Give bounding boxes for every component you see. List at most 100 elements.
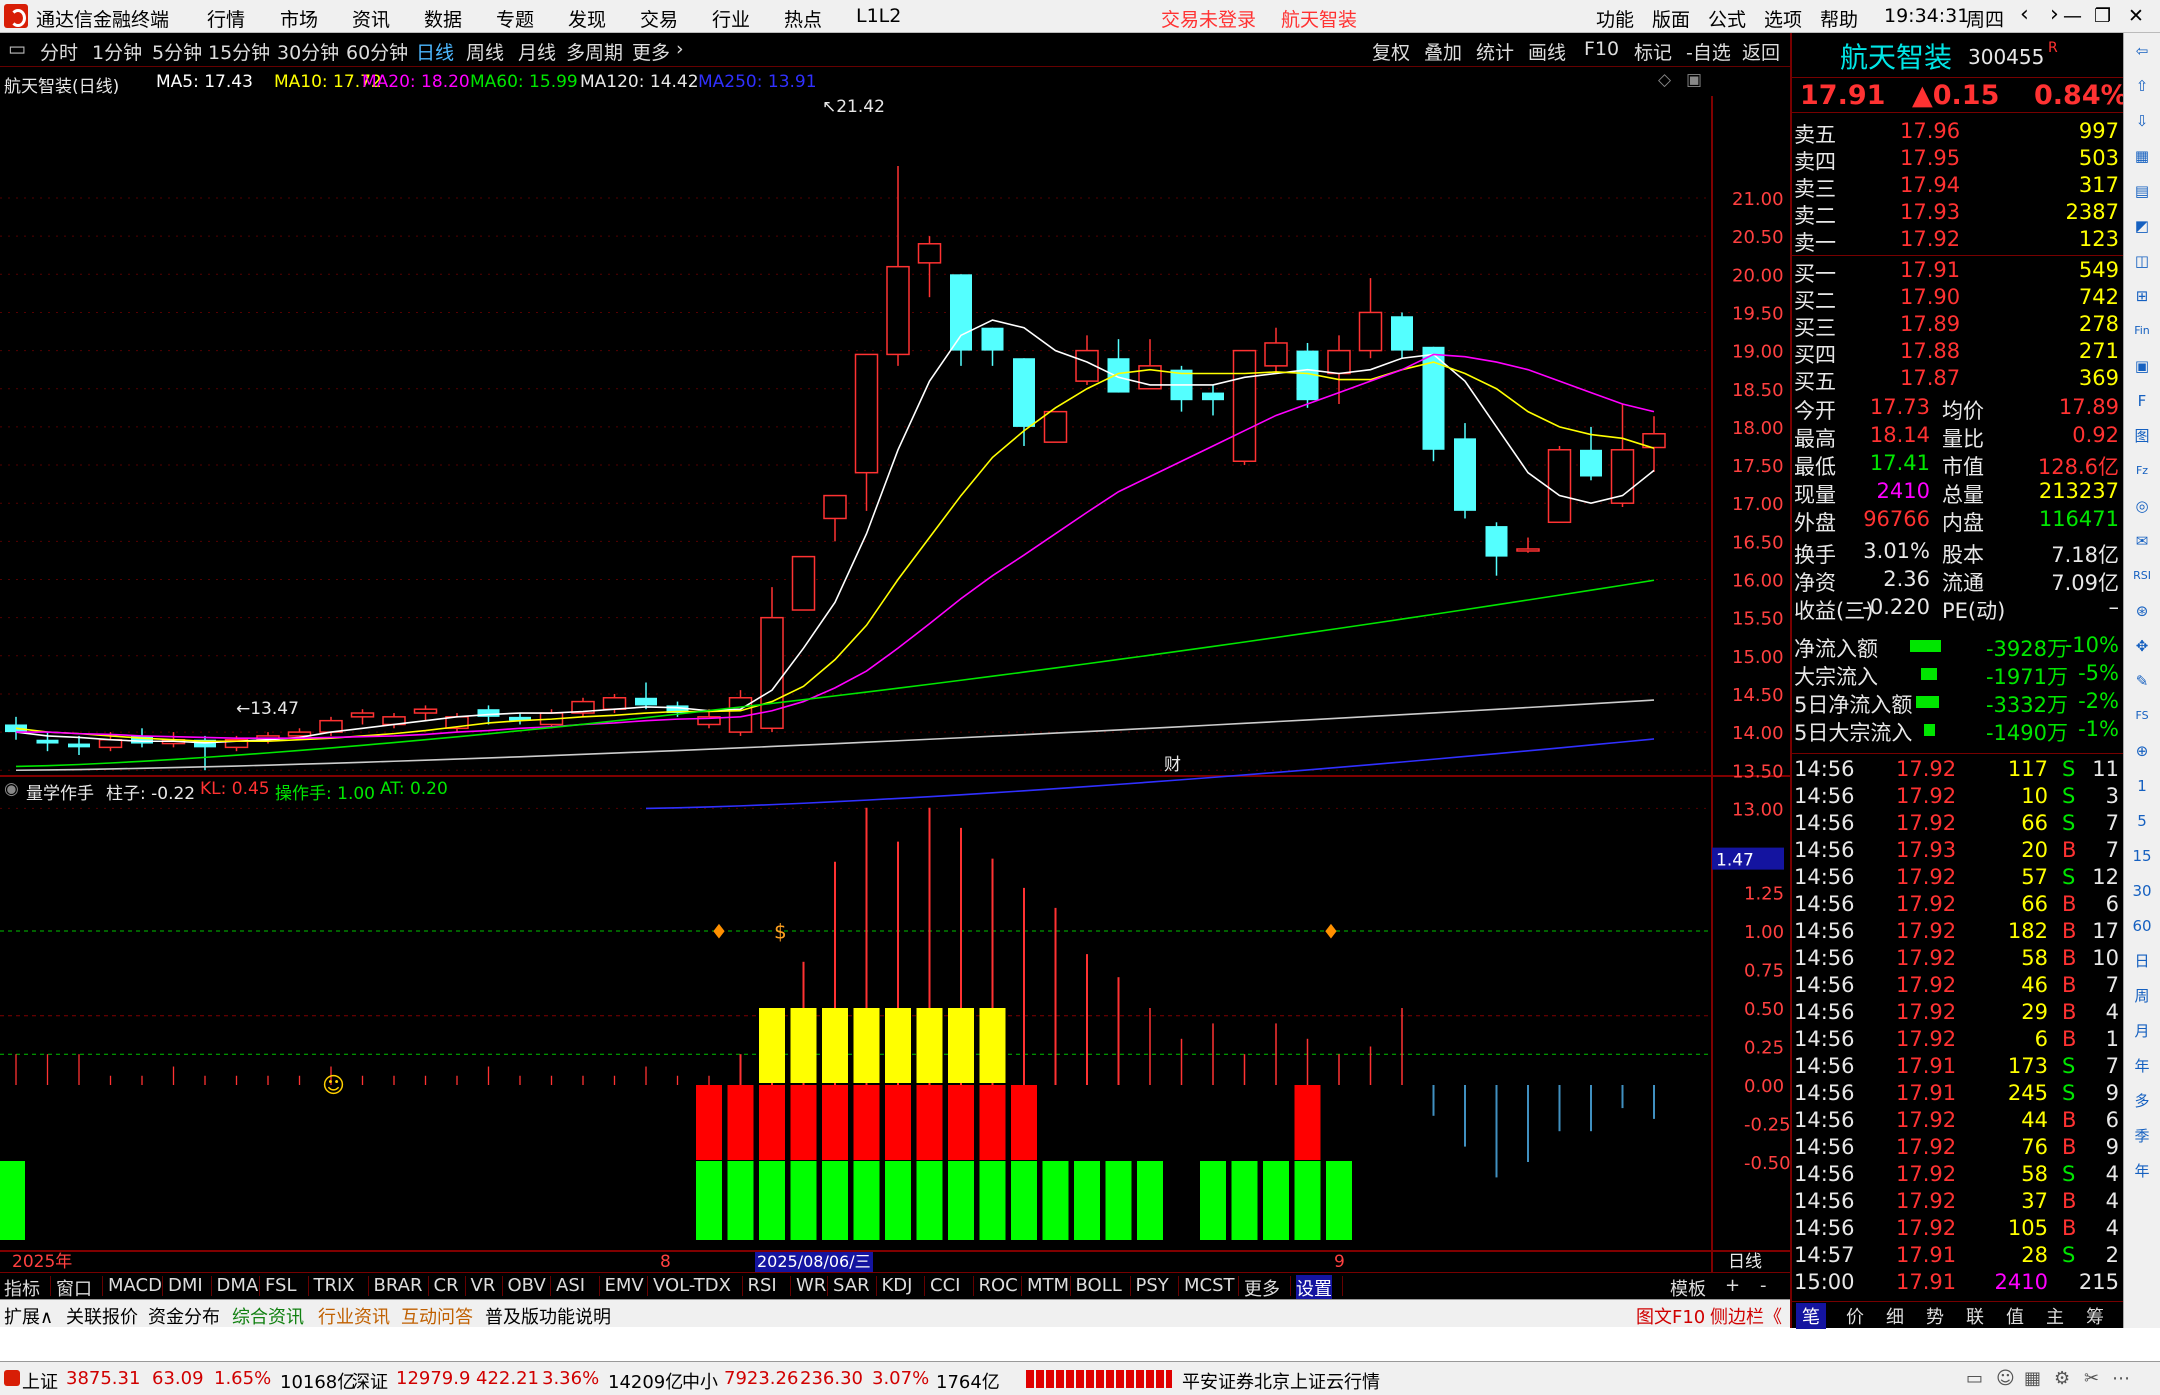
back-icon[interactable]: ‹ bbox=[2020, 2, 2029, 27]
indicator-tab-13[interactable]: VOL-TDX bbox=[653, 1275, 731, 1296]
menu-shuju[interactable]: 数据 bbox=[424, 5, 462, 32]
tool-huaxian[interactable]: 画线 bbox=[1528, 38, 1566, 65]
menu-zixun[interactable]: 资讯 bbox=[352, 5, 390, 32]
smile-icon[interactable]: ☺ bbox=[1996, 1368, 2015, 1389]
menu-gongshi[interactable]: 公式 bbox=[1708, 5, 1746, 32]
tool-biaoji[interactable]: 标记 bbox=[1634, 38, 1672, 65]
indicator-tab-10[interactable]: OBV bbox=[508, 1275, 546, 1296]
sidebar-icon-8[interactable]: Fin bbox=[2130, 319, 2154, 343]
sidebar-icon-24[interactable]: 30 bbox=[2130, 879, 2154, 903]
menu-bangzhu[interactable]: 帮助 bbox=[1820, 5, 1858, 32]
sidebar-icon-32[interactable]: 年 bbox=[2130, 1159, 2154, 1183]
period-30min[interactable]: 30分钟 bbox=[277, 38, 339, 65]
gear-icon[interactable]: ◉ bbox=[4, 779, 19, 799]
sidebar-icon-16[interactable]: ⊛ bbox=[2130, 599, 2154, 623]
ext-tab-0[interactable]: 扩展∧ bbox=[4, 1303, 53, 1329]
sidebar-icon-13[interactable]: ◎ bbox=[2130, 494, 2154, 518]
indicator-name[interactable]: 量学作手 bbox=[26, 779, 94, 804]
quote-tab-7[interactable]: 筹 bbox=[2086, 1303, 2104, 1329]
ext-right-1[interactable]: 侧边栏《 bbox=[1710, 1303, 1782, 1329]
menu-l1l2[interactable]: L1L2 bbox=[856, 5, 901, 27]
indicator-tab-17[interactable]: KDJ bbox=[882, 1275, 913, 1296]
indicator-tab-8[interactable]: CR bbox=[434, 1275, 459, 1296]
restore-icon[interactable]: ❐ bbox=[2094, 5, 2111, 27]
close-icon[interactable]: ✕ bbox=[2128, 5, 2144, 27]
menu-jiaoyi[interactable]: 交易 bbox=[640, 5, 678, 32]
indicator-tab-7[interactable]: BRAR bbox=[374, 1275, 423, 1296]
sidebar-icon-1[interactable]: ⇧ bbox=[2130, 74, 2154, 98]
period-60min[interactable]: 60分钟 bbox=[346, 38, 408, 65]
trade-login-link[interactable]: 交易未登录 bbox=[1161, 5, 1256, 32]
bottom-right-btn-0[interactable]: 模板 bbox=[1670, 1275, 1706, 1301]
menu-xuanxiang[interactable]: 选项 bbox=[1764, 5, 1802, 32]
ext-tab-5[interactable]: 互动问答 bbox=[401, 1303, 473, 1329]
sidebar-icon-31[interactable]: 季 bbox=[2130, 1124, 2154, 1148]
sidebar-icon-30[interactable]: 多 bbox=[2130, 1089, 2154, 1113]
menu-hangqing[interactable]: 行情 bbox=[207, 5, 245, 32]
sidebar-icon-26[interactable]: 日 bbox=[2130, 949, 2154, 973]
indicator-tab-20[interactable]: MTM bbox=[1027, 1275, 1069, 1296]
quote-tab-1[interactable]: 价 bbox=[1846, 1303, 1864, 1329]
quote-tab-5[interactable]: 值 bbox=[2006, 1303, 2024, 1329]
tools-icon[interactable]: ✂ bbox=[2084, 1368, 2099, 1389]
quote-tab-3[interactable]: 势 bbox=[1926, 1303, 1944, 1329]
ext-tab-6[interactable]: 普及版功能说明 bbox=[485, 1303, 611, 1329]
forward-icon[interactable]: › bbox=[2050, 2, 2059, 27]
menu-icon[interactable]: ⋯ bbox=[2112, 1368, 2130, 1389]
settings-icon[interactable]: ⚙ bbox=[2054, 1368, 2070, 1389]
sidebar-icon-12[interactable]: Fz bbox=[2130, 459, 2154, 483]
indicator-tab-5[interactable]: FSL bbox=[265, 1275, 297, 1296]
ext-right-0[interactable]: 图文F10 bbox=[1636, 1303, 1705, 1329]
tool-diejia[interactable]: 叠加 bbox=[1424, 38, 1462, 65]
quote-tab-2[interactable]: 细 bbox=[1886, 1303, 1904, 1329]
tool-fuquan[interactable]: 复权 bbox=[1372, 38, 1410, 65]
sidebar-icon-19[interactable]: FS bbox=[2130, 704, 2154, 728]
period-more[interactable]: 更多 bbox=[632, 38, 670, 65]
sidebar-icon-14[interactable]: ✉ bbox=[2130, 529, 2154, 553]
sidebar-icon-20[interactable]: ⊕ bbox=[2130, 739, 2154, 763]
sidebar-icon-6[interactable]: ◫ bbox=[2130, 249, 2154, 273]
period-5min[interactable]: 5分钟 bbox=[152, 38, 202, 65]
stock-name-link[interactable]: 航天智装 bbox=[1281, 5, 1357, 32]
sidebar-icon-2[interactable]: ⇩ bbox=[2130, 109, 2154, 133]
period-day[interactable]: 日线 bbox=[416, 38, 454, 65]
indicator-tab-23[interactable]: MCST bbox=[1184, 1275, 1235, 1296]
minimize-icon[interactable]: — bbox=[2063, 5, 2082, 27]
tool-tongji[interactable]: 统计 bbox=[1476, 38, 1514, 65]
indicator-tab-4[interactable]: DMA bbox=[217, 1275, 259, 1296]
sidebar-icon-5[interactable]: ◩ bbox=[2130, 214, 2154, 238]
sidebar-icon-25[interactable]: 60 bbox=[2130, 914, 2154, 938]
period-week[interactable]: 周线 bbox=[466, 38, 504, 65]
sidebar-icon-9[interactable]: ▣ bbox=[2130, 354, 2154, 378]
quote-tab-6[interactable]: 主 bbox=[2046, 1303, 2064, 1329]
tool-zixuan[interactable]: -自选 bbox=[1686, 38, 1731, 65]
quote-tab-0[interactable]: 笔 bbox=[1796, 1303, 1826, 1329]
indicator-tab-3[interactable]: DMI bbox=[168, 1275, 203, 1296]
sidebar-icon-3[interactable]: ▦ bbox=[2130, 144, 2154, 168]
sidebar-icon-22[interactable]: 5 bbox=[2130, 809, 2154, 833]
indicator-tab-6[interactable]: TRIX bbox=[314, 1275, 355, 1296]
grid-icon[interactable]: ▦ bbox=[2024, 1368, 2041, 1389]
sidebar-icon-18[interactable]: ✎ bbox=[2130, 669, 2154, 693]
menu-faxian[interactable]: 发现 bbox=[568, 5, 606, 32]
sidebar-icon-0[interactable]: ⇦ bbox=[2130, 39, 2154, 63]
menu-redian[interactable]: 热点 bbox=[784, 5, 822, 32]
indicator-tab-12[interactable]: EMV bbox=[605, 1275, 644, 1296]
bottom-right-btn-2[interactable]: - bbox=[1760, 1275, 1767, 1296]
sidebar-icon-17[interactable]: ✥ bbox=[2130, 634, 2154, 658]
zx-label[interactable]: 中小 bbox=[682, 1368, 718, 1394]
msg-icon[interactable]: ▭ bbox=[1966, 1368, 1983, 1389]
period-15min[interactable]: 15分钟 bbox=[208, 38, 270, 65]
kline-chart[interactable]: 21.00 20.50 20.00 19.50 19.00 18.50 18.00 17.50… bbox=[0, 68, 1790, 1272]
chevron-right-icon[interactable]: › bbox=[676, 38, 684, 60]
sidebar-icon-15[interactable]: RSI bbox=[2130, 564, 2154, 588]
sz-label[interactable]: 深证 bbox=[352, 1368, 388, 1394]
indicator-tab-18[interactable]: CCI bbox=[930, 1275, 960, 1296]
indicator-tab-22[interactable]: PSY bbox=[1136, 1275, 1169, 1296]
indicator-tab-19[interactable]: ROC bbox=[979, 1275, 1018, 1296]
ext-tab-2[interactable]: 资金分布 bbox=[148, 1303, 220, 1329]
sidebar-icon-4[interactable]: ▤ bbox=[2130, 179, 2154, 203]
indicator-tab-15[interactable]: WR bbox=[796, 1275, 826, 1296]
indicator-tab-21[interactable]: BOLL bbox=[1076, 1275, 1122, 1296]
sidebar-icon-21[interactable]: 1 bbox=[2130, 774, 2154, 798]
